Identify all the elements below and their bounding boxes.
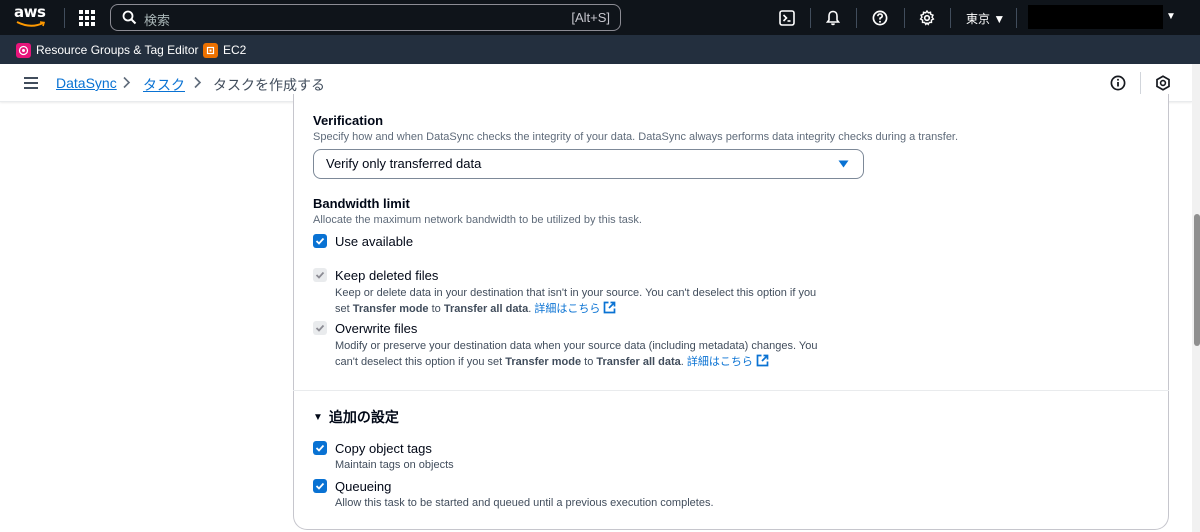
- nav-separator: [1016, 8, 1017, 28]
- breadcrumb-datasync[interactable]: DataSync: [56, 75, 117, 91]
- use-available-label: Use available: [335, 234, 414, 249]
- keep-deleted-desc-line1: Keep or delete data in your destination …: [335, 287, 817, 299]
- keep-deleted-desc-pre: set: [335, 303, 353, 315]
- overwrite-desc-bold2: Transfer all data: [596, 356, 681, 368]
- nav-separator: [950, 8, 951, 28]
- overwrite-desc-line1: Modify or preserve your destination data…: [335, 340, 818, 352]
- search-shortcut: [Alt+S]: [571, 10, 610, 25]
- favorite-resource-groups[interactable]: Resource Groups & Tag Editor: [16, 42, 199, 58]
- search-icon: [122, 10, 137, 25]
- resource-groups-icon: [16, 42, 31, 58]
- verification-label: Verification: [313, 113, 384, 128]
- additional-settings-toggle[interactable]: ▼ 追加の設定: [313, 407, 399, 427]
- queueing-description: Allow this task to be started and queued…: [335, 497, 714, 509]
- external-link-icon[interactable]: [603, 301, 616, 314]
- overwrite-learn-more-link[interactable]: 詳細はこちら: [687, 356, 753, 368]
- queueing-label: Queueing: [335, 479, 392, 494]
- bell-icon[interactable]: [823, 8, 843, 28]
- search-box[interactable]: 検索 [Alt+S]: [110, 4, 621, 31]
- additional-settings-title: 追加の設定: [328, 409, 399, 425]
- ec2-icon: [203, 42, 218, 58]
- use-available-checkbox[interactable]: [313, 234, 327, 248]
- breadcrumb-separator: [1140, 72, 1141, 94]
- breadcrumb-tasks[interactable]: タスク: [143, 75, 185, 95]
- caret-down-icon: ▼: [313, 411, 323, 423]
- services-grid-icon[interactable]: [79, 10, 95, 26]
- help-icon[interactable]: [870, 8, 890, 28]
- overwrite-label: Overwrite files: [335, 321, 418, 336]
- keep-deleted-label: Keep deleted files: [335, 268, 439, 283]
- external-link-icon[interactable]: [756, 354, 769, 367]
- section-divider: [293, 390, 1169, 391]
- cloudshell-icon[interactable]: [777, 8, 797, 28]
- scrollbar-thumb[interactable]: [1194, 214, 1200, 346]
- overwrite-checkbox[interactable]: [313, 321, 327, 335]
- account-caret-icon[interactable]: ▼: [1166, 11, 1176, 22]
- verification-selected-value: Verify only transferred data: [326, 156, 482, 171]
- bandwidth-label: Bandwidth limit: [313, 196, 410, 211]
- favorite-label: Resource Groups & Tag Editor: [36, 43, 199, 57]
- favorite-label: EC2: [223, 43, 247, 57]
- overwrite-description: Modify or preserve your destination data…: [335, 338, 875, 370]
- nav-separator: [904, 8, 905, 28]
- breadcrumb-current: タスクを作成する: [213, 77, 325, 93]
- overwrite-desc-mid: to: [581, 356, 597, 368]
- favorite-ec2[interactable]: EC2: [203, 42, 246, 58]
- copy-object-tags-checkbox[interactable]: [313, 441, 327, 455]
- gear-icon[interactable]: [917, 8, 937, 28]
- search-placeholder: 検索: [144, 13, 171, 28]
- keep-deleted-desc-mid: to: [428, 303, 444, 315]
- copy-object-tags-description: Maintain tags on objects: [335, 459, 454, 471]
- bandwidth-description: Allocate the maximum network bandwidth t…: [313, 214, 642, 226]
- verification-select[interactable]: Verify only transferred data: [313, 149, 864, 179]
- keep-deleted-desc-bold1: Transfer mode: [352, 303, 429, 315]
- menu-icon[interactable]: [24, 77, 38, 89]
- keep-deleted-description: Keep or delete data in your destination …: [335, 285, 875, 317]
- overwrite-desc-pre: can't deselect this option if you set: [335, 356, 506, 368]
- hexagon-settings-icon[interactable]: [1155, 75, 1171, 91]
- keep-deleted-desc-bold2: Transfer all data: [443, 303, 529, 315]
- chevron-right-icon: [122, 76, 131, 92]
- copy-object-tags-label: Copy object tags: [335, 441, 432, 456]
- account-menu-redacted[interactable]: [1028, 5, 1163, 29]
- queueing-checkbox[interactable]: [313, 479, 327, 493]
- aws-logo[interactable]: aws: [14, 5, 50, 29]
- keep-deleted-learn-more-link[interactable]: 詳細はこちら: [534, 303, 600, 315]
- chevron-right-icon: [193, 76, 202, 92]
- info-icon[interactable]: [1110, 75, 1126, 91]
- nav-separator: [856, 8, 857, 28]
- nav-separator: [810, 8, 811, 28]
- favorites-bar: Resource Groups & Tag Editor EC2: [0, 35, 1200, 64]
- caret-down-icon: [838, 160, 849, 168]
- keep-deleted-checkbox[interactable]: [313, 268, 327, 282]
- overwrite-desc-bold1: Transfer mode: [505, 356, 582, 368]
- region-selector[interactable]: 東京 ▼: [966, 10, 1005, 27]
- nav-separator: [64, 8, 65, 28]
- aws-logo-text: aws: [14, 3, 46, 21]
- verification-description: Specify how and when DataSync checks the…: [313, 131, 959, 143]
- top-navigation: aws 検索 [Alt+S] 東京 ▼ ▼: [0, 0, 1200, 35]
